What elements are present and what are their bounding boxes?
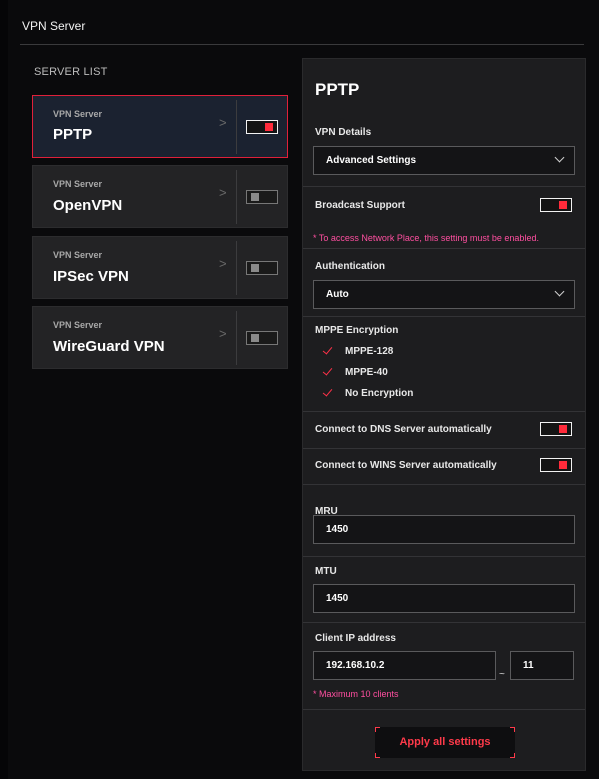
server-toggle-pptp[interactable] [246, 120, 278, 134]
dns-auto-label: Connect to DNS Server automatically [315, 424, 492, 435]
server-item-ipsec[interactable]: VPN Server IPSec VPN > [32, 236, 288, 299]
toggle-knob [251, 264, 259, 272]
checkbox-label: MPPE-128 [345, 346, 394, 357]
mppe-encryption-label: MPPE Encryption [315, 325, 399, 336]
divider [303, 411, 585, 412]
server-toggle-ipsec[interactable] [246, 261, 278, 275]
divider [303, 186, 585, 187]
vpn-details-select[interactable]: Advanced Settings [313, 146, 575, 175]
broadcast-support-label: Broadcast Support [315, 200, 406, 211]
range-separator: ~ [499, 669, 505, 680]
chevron-right-icon: > [219, 185, 227, 200]
apply-button-label: Apply all settings [399, 736, 491, 748]
checkmark-icon [322, 365, 333, 376]
divider [303, 448, 585, 449]
toggle-knob [265, 123, 273, 131]
server-item-pptp[interactable]: VPN Server PPTP > [32, 95, 288, 158]
server-name: PPTP [53, 126, 93, 143]
checkbox-label: No Encryption [345, 388, 414, 399]
divider [236, 170, 237, 224]
toggle-knob [559, 201, 567, 209]
chevron-right-icon: > [219, 115, 227, 130]
chevron-right-icon: > [219, 326, 227, 341]
apply-all-settings-button[interactable]: Apply all settings [375, 727, 515, 758]
chevron-down-icon [554, 152, 565, 163]
toggle-knob [251, 193, 259, 201]
client-ip-label: Client IP address [315, 633, 396, 644]
divider [303, 484, 585, 485]
server-type-label: VPN Server [53, 320, 103, 330]
chevron-right-icon: > [219, 256, 227, 271]
mtu-label: MTU [315, 566, 337, 577]
wins-auto-label: Connect to WINS Server automatically [315, 460, 497, 471]
button-corner [510, 753, 515, 758]
select-value: Auto [326, 289, 349, 300]
server-toggle-openvpn[interactable] [246, 190, 278, 204]
divider [303, 248, 585, 249]
toggle-knob [559, 461, 567, 469]
input-value: 11 [523, 660, 534, 671]
divider [303, 622, 585, 623]
client-ip-end-input[interactable]: 11 [510, 651, 574, 680]
button-corner [510, 727, 515, 732]
divider [303, 709, 585, 710]
panel-title: PPTP [315, 80, 360, 99]
select-value: Advanced Settings [326, 155, 417, 166]
wins-auto-toggle[interactable] [540, 458, 572, 472]
title-divider [20, 44, 584, 45]
broadcast-support-toggle[interactable] [540, 198, 572, 212]
checkbox-label: MPPE-40 [345, 367, 388, 378]
chevron-down-icon [554, 286, 565, 297]
divider [236, 100, 237, 154]
client-ip-start-input[interactable]: 192.168.10.2 [313, 651, 496, 680]
authentication-select[interactable]: Auto [313, 280, 575, 309]
server-toggle-wireguard[interactable] [246, 331, 278, 345]
divider [303, 316, 585, 317]
divider [303, 556, 585, 557]
input-value: 1450 [326, 593, 349, 604]
button-corner [375, 753, 380, 758]
checkmark-icon [322, 344, 333, 355]
max-clients-note: * Maximum 10 clients [313, 689, 399, 699]
divider [236, 241, 237, 295]
server-item-openvpn[interactable]: VPN Server OpenVPN > [32, 165, 288, 228]
mtu-input[interactable]: 1450 [313, 584, 575, 613]
server-name: WireGuard VPN [53, 338, 165, 355]
toggle-knob [251, 334, 259, 342]
broadcast-note: * To access Network Place, this setting … [313, 233, 539, 243]
server-type-label: VPN Server [53, 250, 103, 260]
mru-input[interactable]: 1450 [313, 515, 575, 544]
vpn-details-label: VPN Details [315, 127, 372, 138]
toggle-knob [559, 425, 567, 433]
page-title: VPN Server [22, 19, 86, 33]
checkmark-icon [322, 386, 333, 397]
divider [236, 311, 237, 365]
server-name: IPSec VPN [53, 268, 129, 285]
server-type-label: VPN Server [53, 179, 103, 189]
server-type-label: VPN Server [53, 109, 103, 119]
pptp-settings-panel: PPTP VPN Details Advanced Settings Broad… [302, 58, 586, 771]
button-corner [375, 727, 380, 732]
dns-auto-toggle[interactable] [540, 422, 572, 436]
server-name: OpenVPN [53, 197, 123, 214]
input-value: 1450 [326, 524, 349, 535]
input-value: 192.168.10.2 [326, 660, 385, 671]
server-item-wireguard[interactable]: VPN Server WireGuard VPN > [32, 306, 288, 369]
server-list-heading: SERVER LIST [34, 66, 108, 78]
authentication-label: Authentication [315, 261, 385, 272]
